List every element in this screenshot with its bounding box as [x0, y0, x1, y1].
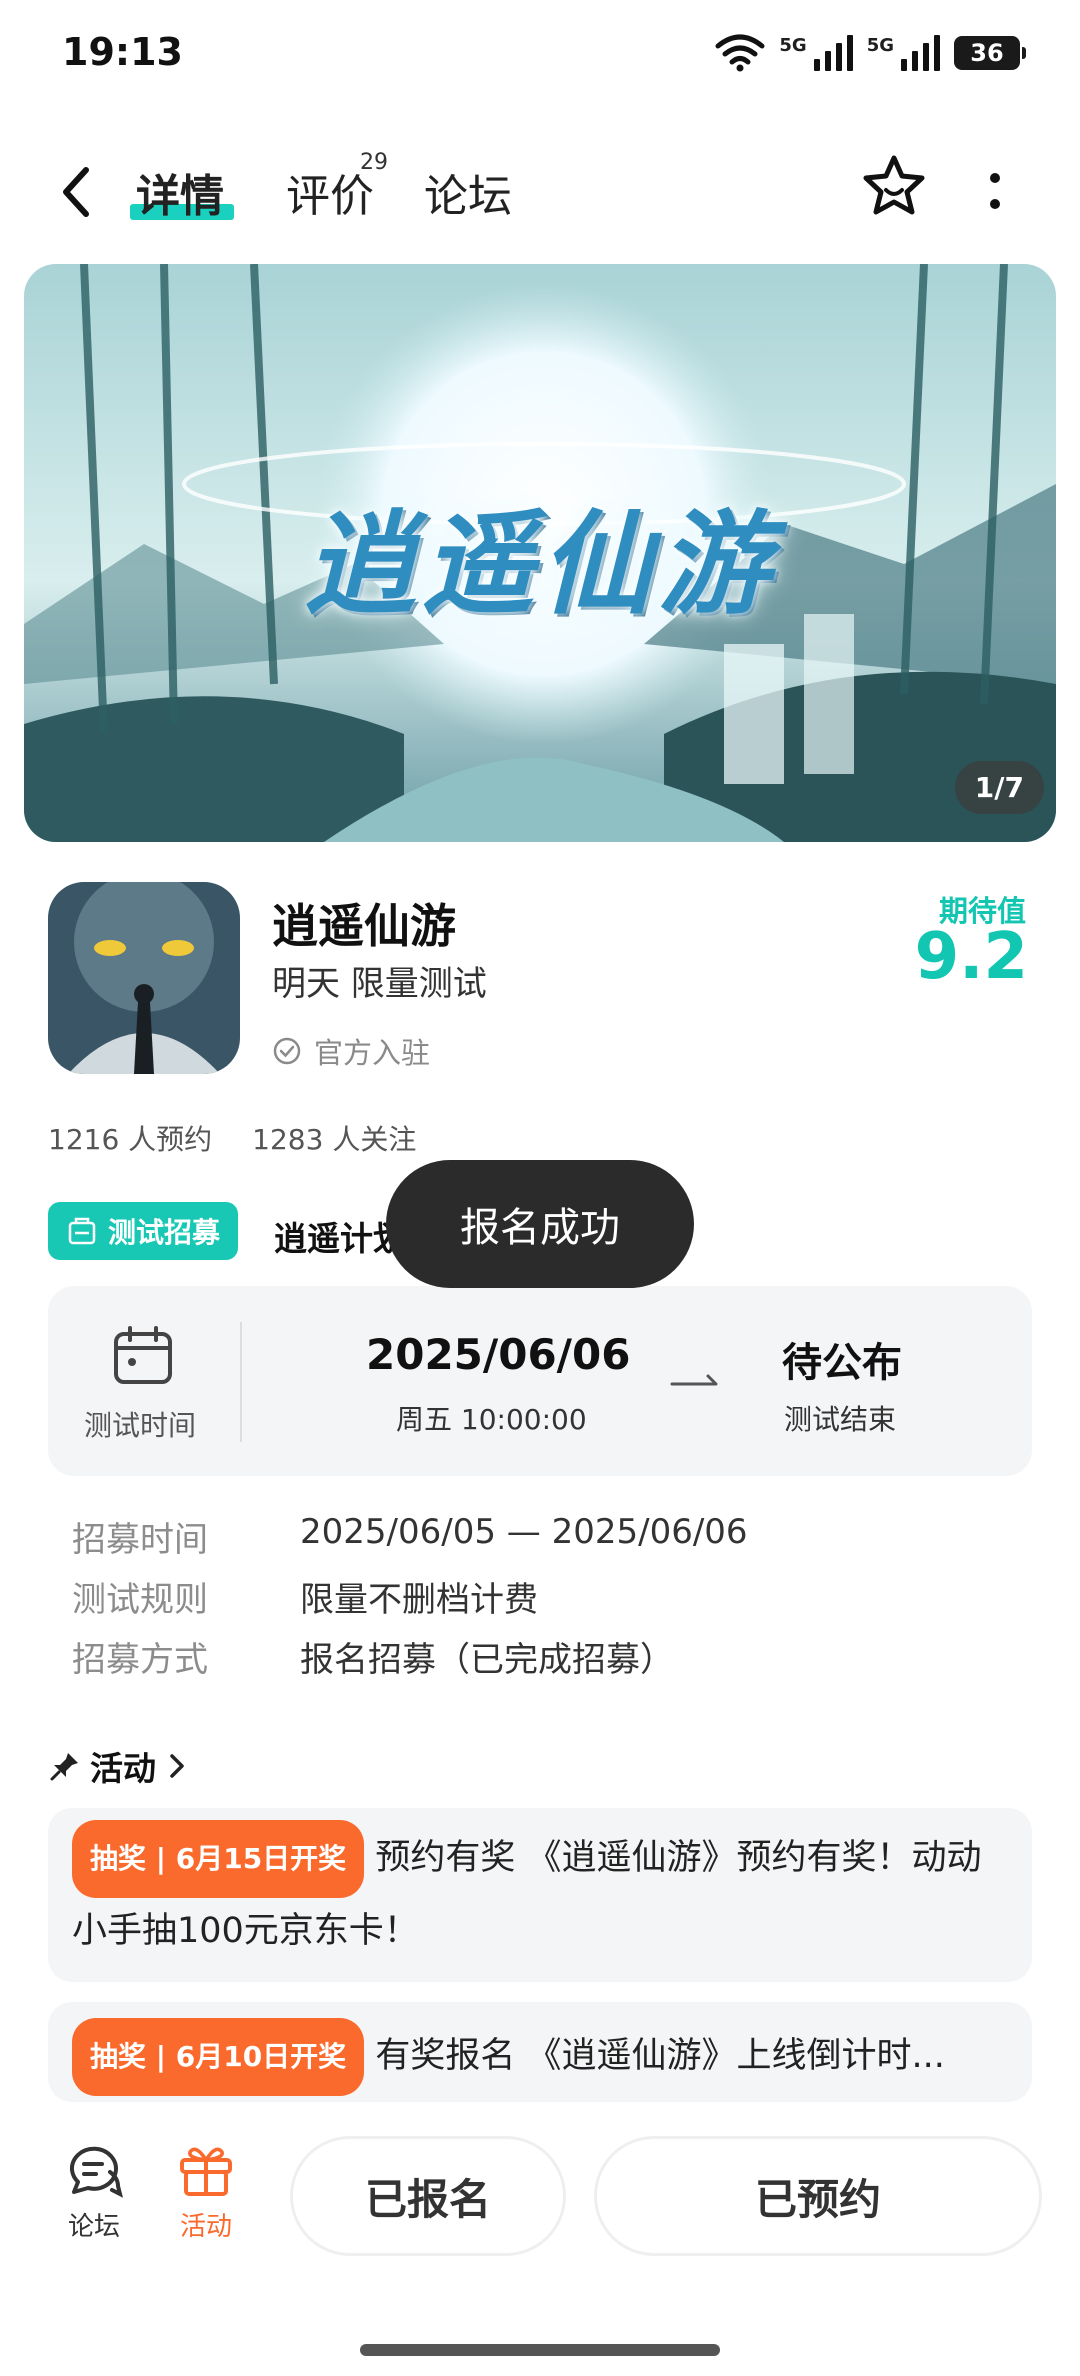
- battery-icon: 36: [954, 36, 1026, 70]
- activity-content: 抽奖 | 6月10日开奖 有奖报名 《逍遥仙游》上线倒计时...: [48, 2002, 1032, 2096]
- status-icons: 5G 5G 36: [715, 34, 1026, 72]
- activity-content: 抽奖 | 6月15日开奖 预约有奖 《逍遥仙游》预约有奖！动动小手抽100元京东…: [48, 1808, 1032, 1964]
- activity-text: 有奖报名 《逍遥仙游》上线倒计时...: [375, 2036, 945, 2076]
- divider: [240, 1322, 242, 1442]
- status-time: 19:13: [62, 30, 183, 74]
- info-row-test-rule: 测试规则 限量不删档计费: [72, 1580, 538, 1620]
- stats: 1216 人预约 1283 人关注: [48, 1118, 416, 1158]
- more-icon[interactable]: [982, 170, 1008, 214]
- test-end-status: 待公布: [782, 1340, 902, 1386]
- official-label: 官方入驻: [314, 1036, 431, 1070]
- signal-icon: 5G: [867, 35, 940, 71]
- activity-header[interactable]: 活动: [50, 1742, 188, 1790]
- activity-tag: 抽奖 | 6月10日开奖: [72, 2018, 365, 2096]
- test-start-time: 周五 10:00:00: [396, 1403, 587, 1436]
- banner-page-counter: 1/7: [954, 761, 1044, 814]
- test-end-label: 测试结束: [784, 1403, 897, 1436]
- reservation-count: 1216 人预约: [48, 1123, 213, 1156]
- tab-forum[interactable]: 论坛: [424, 160, 512, 224]
- activity-nav-button[interactable]: 活动: [166, 2142, 246, 2243]
- chat-icon: [69, 2146, 123, 2198]
- test-icon: [68, 1217, 96, 1245]
- toast-message: 报名成功: [386, 1160, 694, 1288]
- game-name: 逍遥仙游: [272, 899, 456, 953]
- activity-tag: 抽奖 | 6月15日开奖: [72, 1820, 365, 1898]
- official-badge: 官方入驻: [272, 1030, 430, 1072]
- test-start-date: 2025/06/06: [366, 1330, 631, 1379]
- chevron-right-icon: [170, 1754, 184, 1778]
- registered-button[interactable]: 已报名: [290, 2136, 566, 2256]
- banner-title: 逍遥仙游: [304, 499, 776, 630]
- wifi-icon: [715, 34, 765, 72]
- info-row-recruit-time: 招募时间 2025/06/05 — 2025/06/06: [72, 1512, 748, 1560]
- pin-icon: [50, 1753, 78, 1781]
- check-circle-icon: [273, 1037, 301, 1065]
- info-row-recruit-method: 招募方式 报名招募（已完成招募）: [72, 1640, 674, 1680]
- back-arrow-icon[interactable]: [56, 162, 96, 222]
- forum-nav-button[interactable]: 论坛: [54, 2142, 134, 2243]
- test-time-card: 测试时间 2025/06/06 周五 10:00:00 待公布 测试结束: [48, 1286, 1032, 1476]
- test-time-label: 测试时间: [84, 1409, 197, 1442]
- banner-image[interactable]: 逍遥仙游 1/7: [24, 264, 1056, 842]
- reserved-button[interactable]: 已预约: [594, 2136, 1042, 2256]
- arrow-right-icon: [670, 1374, 718, 1386]
- home-indicator[interactable]: [360, 2344, 720, 2356]
- review-count-badge: 29: [360, 150, 388, 175]
- signal-icon: 5G: [779, 35, 853, 71]
- tab-detail[interactable]: 详情: [136, 160, 224, 224]
- activity-card[interactable]: 抽奖 | 6月10日开奖 有奖报名 《逍遥仙游》上线倒计时...: [48, 2002, 1032, 2102]
- game-icon[interactable]: [48, 882, 240, 1074]
- activity-card[interactable]: 抽奖 | 6月15日开奖 预约有奖 《逍遥仙游》预约有奖！动动小手抽100元京东…: [48, 1808, 1032, 1982]
- calendar-icon: [114, 1326, 172, 1384]
- gift-icon: [180, 2147, 232, 2196]
- game-subtitle: 明天 限量测试: [272, 964, 487, 1004]
- star-smile-icon[interactable]: [860, 152, 928, 220]
- score-value: 9.2: [914, 920, 1028, 994]
- recruit-badge: 测试招募: [48, 1202, 239, 1260]
- follower-count: 1283 人关注: [252, 1123, 417, 1156]
